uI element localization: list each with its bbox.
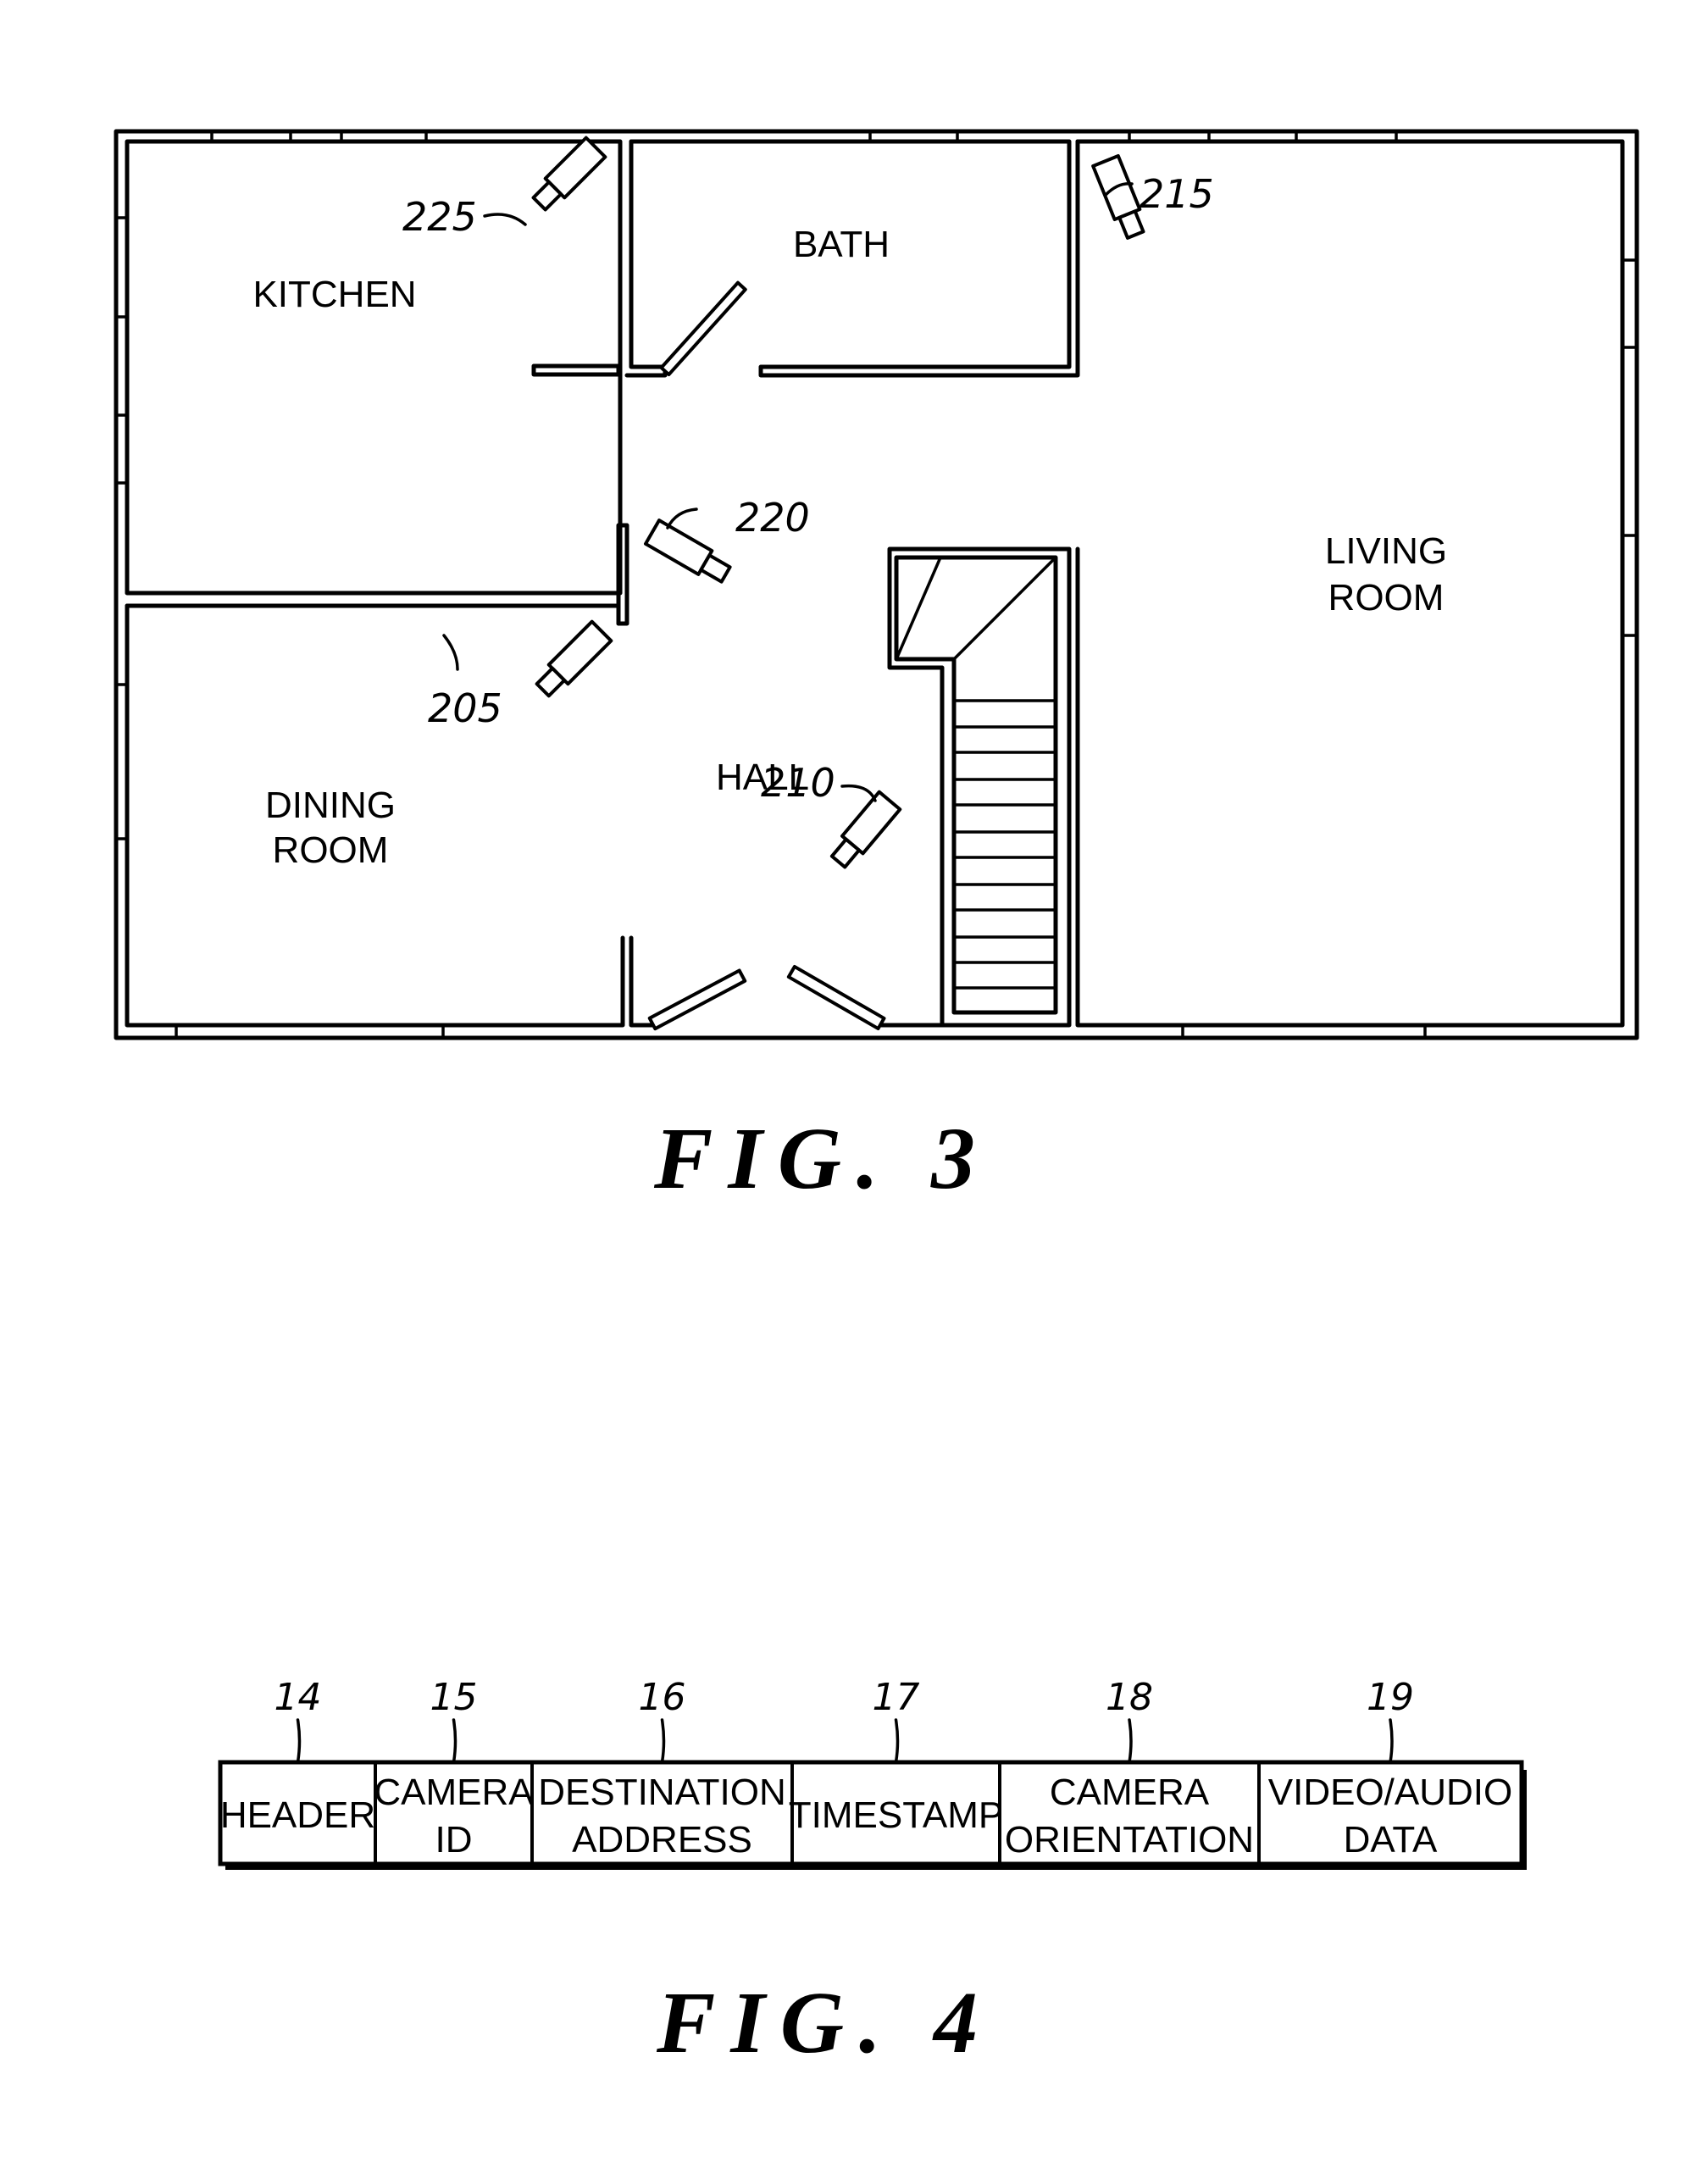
field-ref-leader: [660, 1718, 666, 1764]
field-ref-number: 15: [430, 1676, 478, 1719]
camera-ref-215: 215: [1140, 171, 1214, 217]
bath-left-wall: [624, 139, 668, 378]
bath-door: [659, 280, 747, 377]
camera-lens: [699, 553, 732, 584]
packet-field-14: HEADER 14: [220, 1676, 375, 1836]
field-label: VIDEO/AUDIO: [1268, 1772, 1513, 1813]
front-door-left: [647, 968, 747, 1031]
field-label: HEADER: [220, 1794, 375, 1836]
dining-partition: [125, 603, 621, 626]
room-label-living-line2: ROOM: [1328, 577, 1445, 618]
room-label-dining-line1: DINING: [265, 785, 396, 826]
field-ref-number: 16: [639, 1676, 686, 1719]
camera-210: [829, 790, 902, 869]
stair-enclosure: [887, 546, 1072, 1028]
field-ref-number: 18: [1106, 1676, 1153, 1719]
room-label-bath: BATH: [793, 224, 890, 265]
camera-ref-220: 220: [735, 495, 810, 541]
field-ref-leader: [296, 1718, 302, 1764]
stair-treads: [895, 556, 1057, 990]
leader-205: [442, 634, 459, 671]
room-label-living-line1: LIVING: [1325, 530, 1447, 572]
hall-bottom-wall: [629, 935, 655, 1028]
camera-220: [644, 519, 732, 584]
camera-ref-205: 205: [428, 685, 502, 731]
field-label: ORIENTATION: [1005, 1819, 1254, 1861]
field-label: TIMESTAMP: [789, 1794, 1003, 1836]
field-ref-leader: [894, 1718, 900, 1764]
patent-drawing-sheet: 225 215 220 205 210 KITCHEN BATH LIVING …: [114, 129, 1639, 2071]
field-label: CAMERA: [1050, 1772, 1210, 1813]
field-ref-leader: [1128, 1718, 1133, 1764]
packet-format-diagram: HEADER 14 CAMERA ID 15 DESTINATION ADDRESS 16 TI…: [218, 1676, 1527, 1870]
field-label: DESTINATION: [538, 1772, 786, 1813]
room-label-dining-line2: ROOM: [273, 829, 389, 871]
field-ref-number: 14: [274, 1676, 322, 1719]
room-label-hall: HALL: [716, 757, 809, 798]
field-label: ADDRESS: [572, 1819, 752, 1861]
kitchen-bottom-wall: [531, 363, 621, 377]
camera-225: [531, 136, 607, 212]
hall-partition-stub: [616, 523, 629, 626]
field-ref-number: 17: [873, 1676, 920, 1719]
figure-4-caption: FIG. 4: [656, 1974, 993, 2071]
field-label: ID: [435, 1819, 473, 1861]
stair-inner: [894, 555, 1058, 1015]
camera-205: [535, 619, 613, 698]
field-label: CAMERA: [374, 1772, 534, 1813]
camera-ref-225: 225: [402, 194, 477, 240]
leader-225: [483, 213, 527, 226]
field-label: DATA: [1344, 1819, 1438, 1861]
front-door-right: [786, 964, 886, 1031]
field-ref-leader: [452, 1718, 458, 1764]
field-ref-number: 19: [1367, 1676, 1414, 1719]
room-label-kitchen: KITCHEN: [252, 274, 416, 315]
figure-3-caption: FIG. 3: [653, 1110, 990, 1207]
field-ref-leader: [1389, 1718, 1394, 1764]
leader-210: [840, 784, 877, 802]
leader-220: [666, 507, 698, 530]
